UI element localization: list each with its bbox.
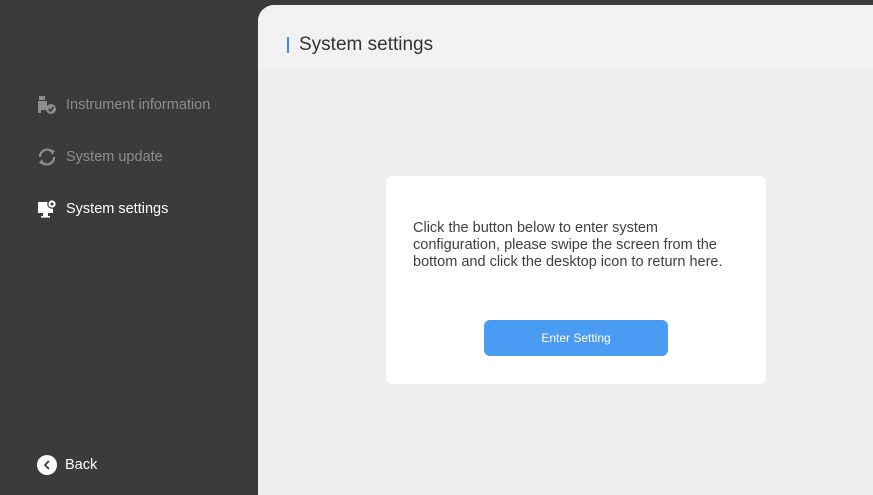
- sidebar-item-label: System settings: [66, 201, 169, 217]
- settings-card: Click the button below to enter system c…: [386, 176, 766, 384]
- instrument-icon: [36, 94, 58, 116]
- page-title: System settings: [299, 34, 434, 55]
- sidebar-item-label: System update: [66, 149, 163, 165]
- title-accent-bar: [287, 37, 289, 53]
- instruction-text: Click the button below to enter system c…: [413, 220, 723, 270]
- main-panel: System settings Click the button below t…: [258, 5, 873, 495]
- back-button[interactable]: Back: [37, 455, 97, 475]
- back-label: Back: [65, 457, 98, 473]
- sidebar-item-system-settings[interactable]: System settings: [36, 198, 168, 220]
- page-header: System settings: [258, 5, 873, 67]
- sidebar: Instrument information System update Sys…: [0, 0, 270, 495]
- update-icon: [36, 146, 58, 168]
- sidebar-item-system-update[interactable]: System update: [36, 146, 163, 168]
- sidebar-item-instrument-information[interactable]: Instrument information: [36, 94, 210, 116]
- settings-monitor-icon: [36, 198, 58, 220]
- enter-setting-button[interactable]: Enter Setting: [484, 320, 668, 356]
- sidebar-item-label: Instrument information: [66, 97, 211, 113]
- back-arrow-icon: [37, 455, 57, 475]
